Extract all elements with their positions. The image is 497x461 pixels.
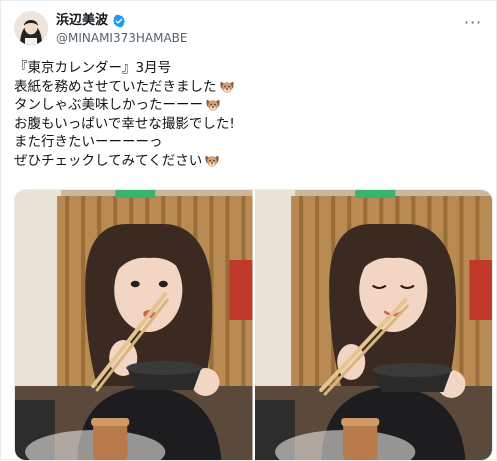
tweet-line-text: また行きたいーーーーっ <box>14 134 163 151</box>
media-grid <box>14 189 493 461</box>
tweet-card: 浜辺美波 @MINAMI373HAMABE ··· 『東京カレンダー』3月号 表… <box>0 0 497 461</box>
verified-badge-icon <box>113 14 125 27</box>
photo-image <box>15 190 253 460</box>
tweet-line: ぜひチェックしてみてください <box>14 152 484 171</box>
author-name-row[interactable]: 浜辺美波 <box>56 12 126 29</box>
more-options-icon[interactable]: ··· <box>462 13 484 32</box>
tweet-line: タンしゃぶ美味しかったーーー <box>14 96 484 115</box>
tweet-line: 表紙を務めさせていただきました <box>14 78 484 97</box>
tweet-line-text: ぜひチェックしてみてください <box>14 152 203 169</box>
tweet-line: 『東京カレンダー』3月号 <box>14 59 484 78</box>
display-name[interactable]: 浜辺美波 <box>56 12 108 29</box>
tweet-line-text: 『東京カレンダー』3月号 <box>14 60 172 76</box>
user-handle[interactable]: @MINAMI373HAMABE <box>56 30 187 46</box>
dog-face-emoji <box>206 100 220 112</box>
tweet-line-text: お腹もいっぱいで幸せな撮影でした! <box>14 115 235 132</box>
tweet-text: 『東京カレンダー』3月号 表紙を務めさせていただきました タンしゃぶ美味しかった… <box>14 59 484 171</box>
dog-face-emoji <box>219 81 234 93</box>
tweet-line: お腹もいっぱいで幸せな撮影でした! <box>14 115 484 134</box>
photo-eating-eyes-closed[interactable] <box>254 190 492 460</box>
tweet-line-text: タンしゃぶ美味しかったーーー <box>14 97 203 114</box>
dog-face-emoji <box>205 155 219 168</box>
photo-image <box>254 190 492 460</box>
tweet-line: また行きたいーーーーっ <box>14 133 484 152</box>
tweet-line-text: 表紙を務めさせていただきました <box>14 78 217 95</box>
avatar-image <box>14 11 48 45</box>
photo-eating-chopsticks[interactable] <box>15 190 253 460</box>
user-avatar[interactable] <box>14 11 48 45</box>
